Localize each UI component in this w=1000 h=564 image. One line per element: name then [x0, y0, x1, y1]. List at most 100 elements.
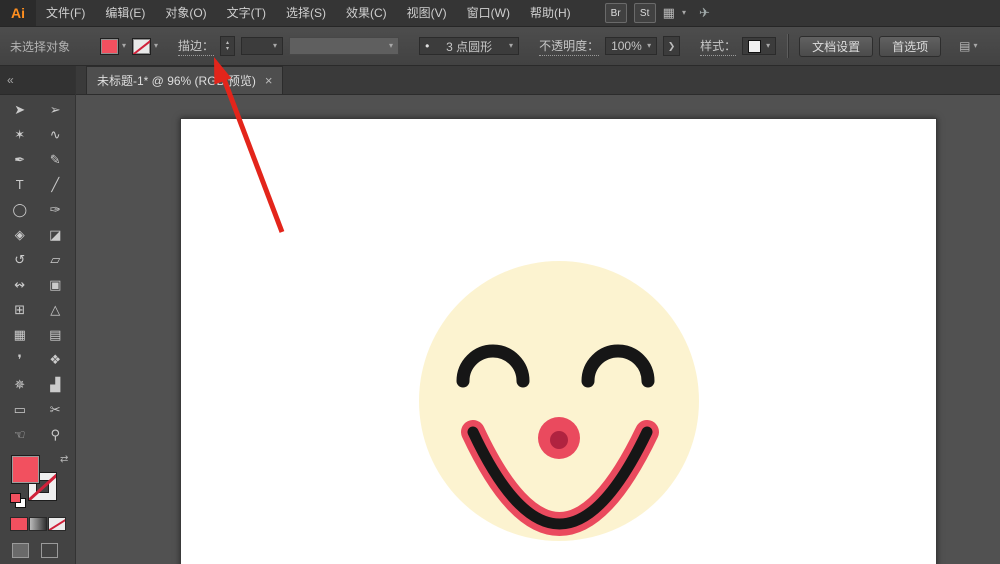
- canvas[interactable]: [76, 95, 1000, 564]
- menu-help[interactable]: 帮助(H): [520, 0, 581, 26]
- stroke-color-control[interactable]: ▾: [132, 37, 158, 55]
- menu-items: 文件(F) 编辑(E) 对象(O) 文字(T) 选择(S) 效果(C) 视图(V) 窗口(W)…: [36, 0, 581, 26]
- column-graph-tool[interactable]: ▟: [38, 372, 74, 397]
- document-tab-bar: 未标题-1* @ 96% (RGB/预览) ×: [76, 66, 1000, 95]
- selection-tool[interactable]: ➤: [2, 97, 38, 122]
- chevron-down-icon[interactable]: ▾: [766, 42, 770, 50]
- collapse-panel-icon[interactable]: «: [7, 73, 14, 87]
- smiley-face[interactable]: [419, 261, 699, 541]
- gradient-mode-button[interactable]: [29, 517, 47, 531]
- menu-file[interactable]: 文件(F): [36, 0, 95, 26]
- artboard[interactable]: [180, 118, 937, 564]
- stock-button[interactable]: St: [633, 3, 656, 23]
- app-logo: Ai: [0, 0, 36, 26]
- symbol-sprayer-tool[interactable]: ✵: [2, 372, 38, 397]
- rotate-tool[interactable]: ↺: [2, 247, 38, 272]
- gradient-tool[interactable]: ▤: [38, 322, 74, 347]
- none-mode-button[interactable]: [48, 517, 66, 531]
- chevron-down-icon[interactable]: ▾: [122, 42, 126, 50]
- fill-color-control[interactable]: ▾: [100, 37, 126, 55]
- stroke-color-swatch[interactable]: [132, 37, 152, 55]
- chevron-down-icon[interactable]: ▾: [682, 9, 686, 17]
- style-dropdown[interactable]: ▾: [742, 37, 777, 55]
- illustrator-window: Ai 文件(F) 编辑(E) 对象(O) 文字(T) 选择(S) 效果(C) 视图(V) 窗口…: [0, 0, 1000, 564]
- document-tab-title: 未标题-1* @ 96% (RGB/预览): [97, 74, 256, 88]
- tools-panel-header: «: [0, 66, 75, 95]
- style-swatch: [748, 39, 762, 53]
- swap-fill-stroke-icon[interactable]: ⇄: [60, 454, 68, 465]
- blend-tool[interactable]: ❖: [38, 347, 74, 372]
- menu-bar: Ai 文件(F) 编辑(E) 对象(O) 文字(T) 选择(S) 效果(C) 视图(V) 窗口…: [0, 0, 1000, 27]
- bridge-button[interactable]: Br: [604, 3, 627, 23]
- opacity-dropdown[interactable]: 100% ▾: [605, 37, 658, 55]
- free-transform-tool[interactable]: ▣: [38, 272, 74, 297]
- document-setup-button[interactable]: 文档设置: [799, 35, 874, 57]
- control-panel-menu[interactable]: ▤ ▾: [959, 39, 977, 53]
- chevron-down-icon[interactable]: ▾: [509, 42, 513, 50]
- stroke-label[interactable]: 描边：: [178, 37, 215, 56]
- stroke-width-stepper[interactable]: ▴ ▾: [220, 36, 236, 56]
- default-fill-chip: [10, 493, 21, 503]
- workspace-switcher-icon[interactable]: ▦: [663, 5, 675, 21]
- chevron-down-icon[interactable]: ▾: [647, 42, 651, 50]
- chevron-down-icon[interactable]: ▾: [273, 42, 277, 50]
- stepper-down-icon[interactable]: ▾: [226, 46, 229, 52]
- zoom-tool[interactable]: ⚲: [38, 422, 74, 447]
- menu-window[interactable]: 窗口(W): [457, 0, 520, 26]
- menu-object[interactable]: 对象(O): [155, 0, 216, 26]
- type-tool[interactable]: T: [2, 172, 38, 197]
- pen-tool[interactable]: ✒: [2, 147, 38, 172]
- close-icon[interactable]: ×: [265, 74, 273, 87]
- document-tab[interactable]: 未标题-1* @ 96% (RGB/预览) ×: [86, 66, 284, 94]
- menu-edit[interactable]: 编辑(E): [95, 0, 155, 26]
- pencil-tool[interactable]: ✎: [38, 147, 74, 172]
- menu-effect[interactable]: 效果(C): [336, 0, 397, 26]
- screen-mode-icon[interactable]: [41, 543, 58, 558]
- paintbrush-tool[interactable]: ✑: [38, 197, 74, 222]
- smiley-nose-center: [550, 431, 568, 449]
- style-label[interactable]: 样式：: [700, 37, 737, 56]
- preferences-button[interactable]: 首选项: [879, 35, 942, 57]
- opacity-panel-arrow[interactable]: ❯: [663, 36, 681, 56]
- artboard-tool[interactable]: ▭: [2, 397, 38, 422]
- color-mode-button[interactable]: [10, 517, 28, 531]
- mesh-tool[interactable]: ▦: [2, 322, 38, 347]
- lasso-tool[interactable]: ∿: [38, 122, 74, 147]
- opacity-label[interactable]: 不透明度：: [539, 37, 600, 56]
- ellipse-tool[interactable]: ◯: [2, 197, 38, 222]
- width-tool[interactable]: ↭: [2, 272, 38, 297]
- chevron-down-icon[interactable]: ▾: [973, 42, 977, 50]
- share-icon[interactable]: ✈: [699, 5, 710, 21]
- opacity-value: 100%: [611, 39, 642, 53]
- menu-select[interactable]: 选择(S): [276, 0, 336, 26]
- brush-preview-icon: •: [425, 39, 430, 53]
- line-segment-tool[interactable]: ╱: [38, 172, 74, 197]
- eyedropper-tool[interactable]: ❜: [2, 347, 38, 372]
- brush-definition-dropdown[interactable]: • 3 点圆形 ▾: [419, 37, 520, 55]
- eraser-tool[interactable]: ◪: [38, 222, 74, 247]
- fill-swatch[interactable]: [11, 455, 40, 484]
- workspace: « ➤ ➢ ✶ ∿ ✒ ✎ T ╱ ◯ ✑ ◈ ◪ ↺ ▱ ↭ ▣ ⊞ △ ▦ ▤ ❜ ❖ ✵ ▟ ▭ ✂ ☜ ⚲ ⇄: [0, 66, 1000, 564]
- scale-tool[interactable]: ▱: [38, 247, 74, 272]
- variable-width-profile-dropdown[interactable]: ▾: [289, 37, 400, 55]
- menu-bar-right: Br St ▦ ▾ ✈: [604, 3, 710, 23]
- stroke-width-dropdown[interactable]: ▾: [241, 37, 284, 55]
- direct-selection-tool[interactable]: ➢: [38, 97, 74, 122]
- perspective-grid-tool[interactable]: △: [38, 297, 74, 322]
- shape-builder-tool[interactable]: ⊞: [2, 297, 38, 322]
- shaper-tool[interactable]: ◈: [2, 222, 38, 247]
- panel-list-icon[interactable]: ▤: [959, 39, 970, 53]
- selection-status: 未选择对象: [10, 39, 71, 54]
- draw-mode-icon[interactable]: [12, 543, 29, 558]
- menu-view[interactable]: 视图(V): [397, 0, 457, 26]
- chevron-down-icon[interactable]: ▾: [389, 42, 393, 50]
- color-mode-row: [10, 517, 75, 531]
- hand-tool[interactable]: ☜: [2, 422, 38, 447]
- default-fill-stroke-icon[interactable]: [10, 493, 26, 508]
- tools-grid: ➤ ➢ ✶ ∿ ✒ ✎ T ╱ ◯ ✑ ◈ ◪ ↺ ▱ ↭ ▣ ⊞ △ ▦ ▤ ❜ ❖ ✵ ▟ ▭ ✂ ☜ ⚲: [0, 95, 75, 447]
- magic-wand-tool[interactable]: ✶: [2, 122, 38, 147]
- menu-type[interactable]: 文字(T): [217, 0, 276, 26]
- chevron-down-icon[interactable]: ▾: [154, 42, 158, 50]
- fill-color-swatch[interactable]: [100, 37, 120, 55]
- slice-tool[interactable]: ✂: [38, 397, 74, 422]
